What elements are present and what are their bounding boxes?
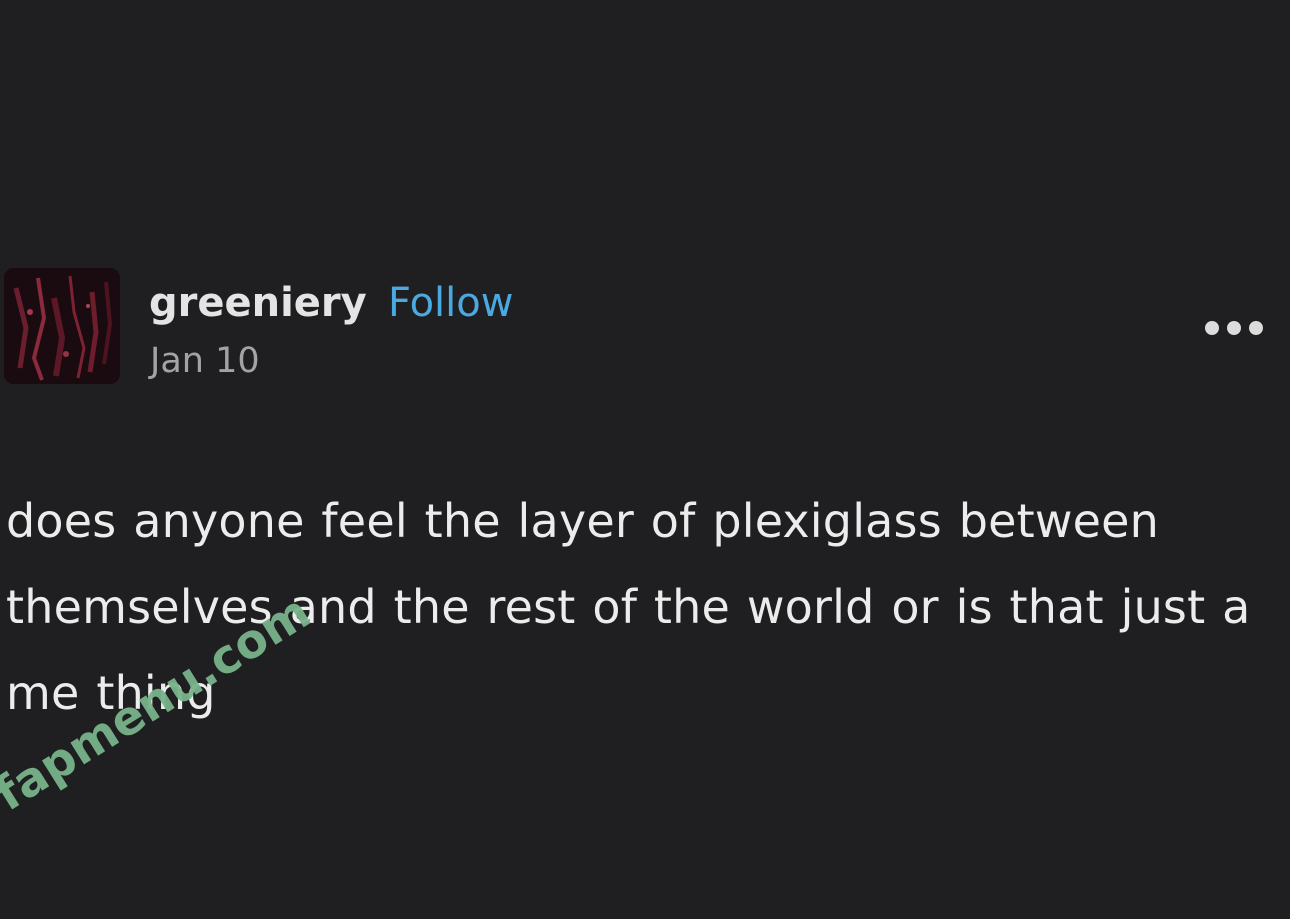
watermark: fapmenu.com [0,584,320,840]
watermark-logo: fapmenu.com [0,584,320,822]
avatar[interactable] [4,268,120,384]
post-date: Jan 10 [150,341,260,381]
follow-button[interactable]: Follow [388,276,513,330]
post-view: greeniery Follow Jan 10 does anyone feel… [0,0,1290,919]
more-options-button[interactable] [1204,320,1264,336]
post-username[interactable]: greeniery [149,276,367,330]
post-header: greeniery Follow Jan 10 [4,268,1286,388]
avatar-image [4,268,120,384]
more-options-icon [1205,321,1263,335]
